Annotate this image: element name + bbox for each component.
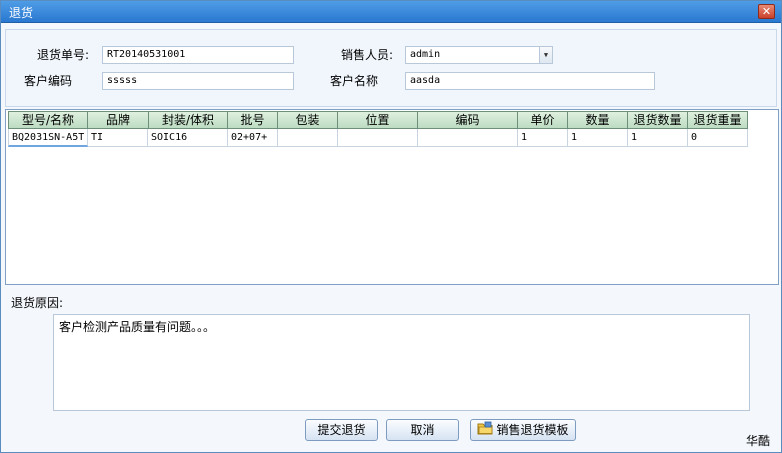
return-no-field[interactable]: RT20140531001 (102, 46, 294, 64)
submit-return-button[interactable]: 提交退货 (305, 419, 378, 441)
table-cell[interactable]: 0 (688, 129, 748, 147)
cancel-button[interactable]: 取消 (386, 419, 459, 441)
customer-code-field[interactable]: sssss (102, 72, 294, 90)
table-cell[interactable] (278, 129, 338, 147)
table-cell[interactable]: 1 (628, 129, 688, 147)
table-cell[interactable]: 1 (568, 129, 628, 147)
column-header[interactable]: 位置 (337, 111, 418, 129)
submit-return-label: 提交退货 (317, 423, 366, 437)
column-header[interactable]: 退货数量 (627, 111, 688, 129)
table-cell[interactable]: 02+07+ (228, 129, 278, 147)
salesperson-select[interactable]: admin ▼ (405, 46, 553, 64)
customer-name-field[interactable]: aasda (405, 72, 655, 90)
reason-label: 退货原因: (11, 296, 64, 310)
salesperson-value: admin (410, 49, 441, 60)
reason-textarea[interactable]: 客户检测产品质量有问题。。。 (53, 314, 750, 411)
return-dialog: 退货 ✕ 退货单号: RT20140531001 销售人员: admin ▼ 客… (0, 0, 782, 453)
table-cell[interactable] (338, 129, 418, 147)
return-items-table[interactable]: 型号/名称 品牌 封装/体积 批号 包装 位置 编码 单价 数量 退货数量 退货… (5, 109, 779, 285)
column-header[interactable]: 编码 (417, 111, 518, 129)
column-header[interactable]: 单价 (517, 111, 568, 129)
table-cell[interactable]: SOIC16 (148, 129, 228, 147)
folder-icon (477, 421, 493, 441)
table-cell[interactable]: 1 (518, 129, 568, 147)
sales-return-template-button[interactable]: 销售退货模板 (470, 419, 576, 441)
column-header[interactable]: 数量 (567, 111, 628, 129)
table-cell[interactable]: TI (88, 129, 148, 147)
cancel-label: 取消 (410, 423, 435, 437)
salesperson-label: 销售人员: (341, 48, 394, 62)
template-label: 销售退货模板 (496, 423, 569, 437)
table-cell[interactable] (418, 129, 518, 147)
column-header[interactable]: 退货重量 (687, 111, 748, 129)
window-title: 退货 (9, 6, 34, 20)
column-header[interactable]: 包装 (277, 111, 338, 129)
column-header[interactable]: 型号/名称 (8, 111, 88, 129)
column-header[interactable]: 封装/体积 (148, 111, 228, 129)
column-header[interactable]: 批号 (227, 111, 278, 129)
column-header[interactable]: 品牌 (87, 111, 149, 129)
close-icon[interactable]: ✕ (758, 4, 775, 19)
table-cell[interactable]: BQ2031SN-A5T (8, 129, 88, 147)
brand-text: 华酷 (746, 434, 771, 448)
header-form: 退货单号: RT20140531001 销售人员: admin ▼ 客户编码 s… (5, 29, 777, 107)
title-bar[interactable]: 退货 ✕ (1, 1, 781, 23)
return-no-label: 退货单号: (37, 48, 90, 62)
customer-name-label: 客户名称 (330, 74, 379, 88)
customer-code-label: 客户编码 (24, 74, 73, 88)
chevron-down-icon[interactable]: ▼ (539, 47, 552, 63)
